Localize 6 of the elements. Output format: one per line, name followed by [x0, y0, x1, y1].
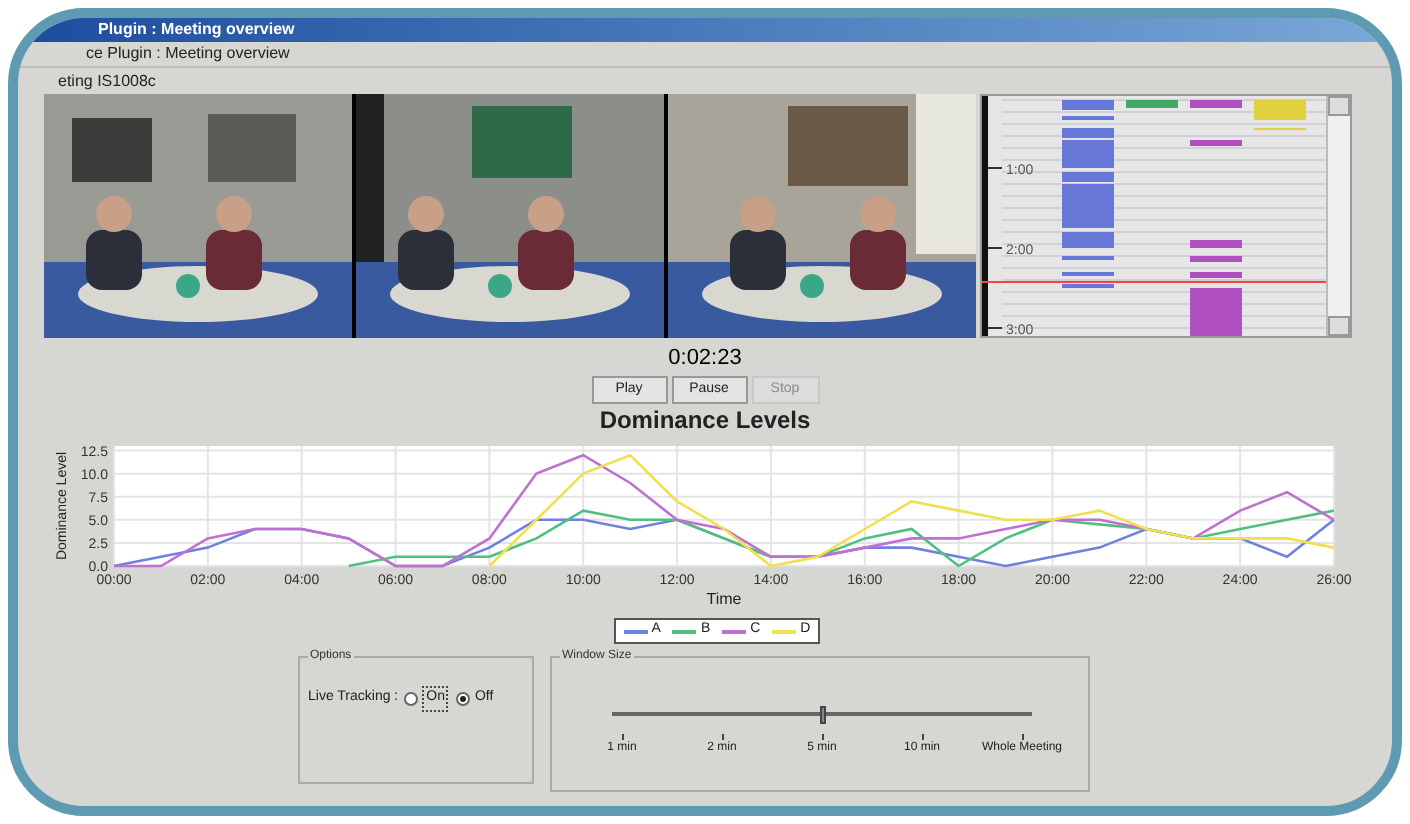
chart-title: Dominance Levels [599, 406, 811, 434]
breadcrumb-text: ce Plugin : Meeting overview [86, 42, 290, 66]
axis-title: Time [706, 590, 742, 608]
playback-time: 0:02:23 [668, 346, 742, 370]
meeting-label: eting IS1008c [58, 69, 156, 93]
window-title: Plugin : Meeting overview [98, 18, 295, 42]
